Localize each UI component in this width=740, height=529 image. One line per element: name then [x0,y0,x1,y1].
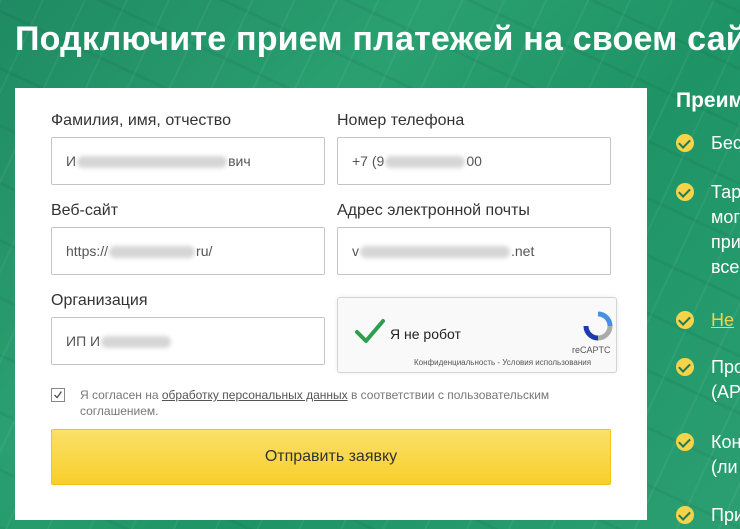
organization-label: Организация [51,292,148,309]
personal-data-link[interactable]: обработку персональных данных [162,388,348,402]
website-label: Веб-сайт [51,202,119,219]
benefits-title: Преим [676,89,740,112]
submit-button[interactable]: Отправить заявку [51,429,611,485]
check-circle-icon [676,358,694,376]
fio-value-start: И [66,153,77,169]
benefit-text: Тар [711,182,740,202]
redacted-value [77,156,228,169]
fio-label: Фамилия, имя, отчество [51,112,231,129]
website-value-end: ru/ [196,243,213,259]
captcha-brand: reCAPTC [572,345,611,355]
phone-input[interactable]: +7 (9 00 [337,137,611,185]
redacted-value [385,156,466,169]
benefit-text: мог [711,207,740,227]
redacted-value [101,336,172,349]
check-circle-icon [676,506,694,524]
benefit-text: Про [711,357,740,377]
captcha-label: Я не робот [390,326,461,342]
recaptcha-logo-icon [583,311,613,341]
recaptcha-widget[interactable]: Я не робот reCAPTC Конфиденциальность - … [337,297,617,373]
checkmark-icon[interactable] [354,316,386,346]
benefit-text: (АР [711,382,740,402]
benefit-text: Бес [711,133,740,153]
fio-input[interactable]: Ивич [51,137,325,185]
email-value-start: v [352,243,359,259]
captcha-links[interactable]: Конфиденциальность - Условия использован… [414,358,591,367]
redacted-value [109,246,196,259]
benefit-text: при [711,232,740,252]
organization-input[interactable]: ИП И [51,317,325,365]
benefit-link[interactable]: Не [711,308,734,333]
check-circle-icon [676,183,694,201]
phone-value-start: +7 (9 [352,153,385,169]
application-form: Фамилия, имя, отчество Ивич Номер телефо… [15,88,647,520]
fio-value-end: вич [228,153,251,169]
benefit-text: (ли [711,457,738,477]
phone-value-end: 00 [466,153,482,169]
check-circle-icon [676,311,694,329]
redacted-value [360,246,510,259]
email-input[interactable]: v .net [337,227,611,275]
email-label: Адрес электронной почты [337,202,530,219]
page-title: Подключите прием платежей на своем сай [15,20,740,58]
consent-text-before: Я согласен на [80,388,162,402]
check-circle-icon [676,134,694,152]
website-value-start: https:// [66,243,109,259]
checkbox-check-icon [54,391,62,399]
email-value-end: .net [511,243,535,259]
phone-label: Номер телефона [337,112,465,129]
consent-text: Я согласен на обработку персональных дан… [80,387,600,419]
benefit-text: При [711,505,740,525]
organization-value-start: ИП И [66,333,101,349]
benefit-text: всег [711,257,740,277]
benefit-text: Кон [711,432,740,452]
website-input[interactable]: https:// ru/ [51,227,325,275]
check-circle-icon [676,433,694,451]
consent-checkbox[interactable] [51,388,65,402]
